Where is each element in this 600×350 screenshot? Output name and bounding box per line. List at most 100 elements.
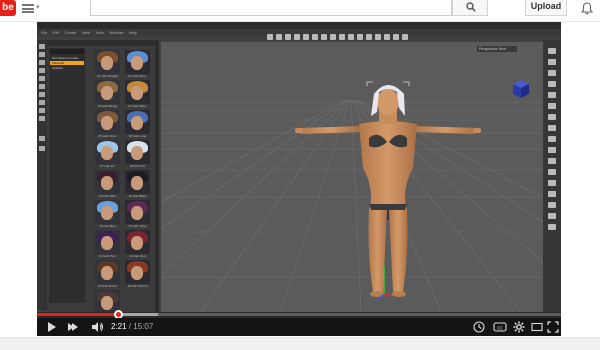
- thumbnail-face: [101, 56, 113, 70]
- player-controls: 2:21 / 15:07 cc: [37, 318, 561, 336]
- thumbnail-label: 07 Hair Ice: [100, 164, 115, 168]
- next-video-icon[interactable]: [67, 321, 79, 333]
- content-thumbnail: [95, 140, 120, 164]
- thumbnail-label: 03 Hair Bangs: [97, 104, 117, 108]
- app-tool-icon: [366, 34, 372, 40]
- thumbnail-face: [101, 266, 113, 280]
- search-button[interactable]: [452, 0, 488, 16]
- current-time: 2:21: [111, 322, 127, 331]
- thumbnail-label: 06 Hair Long: [128, 134, 147, 138]
- app-tool-icon: [39, 100, 45, 105]
- app-menu-item: Create: [64, 30, 77, 35]
- thumbnail-face: [131, 116, 143, 130]
- app-tool-icon: [548, 169, 556, 175]
- content-thumbnail: [95, 80, 120, 104]
- app-tool-icon: [548, 92, 556, 98]
- app-right-toolbar: [543, 40, 561, 312]
- app-tool-icon: [357, 34, 363, 40]
- fullscreen-icon[interactable]: [547, 321, 559, 333]
- progress-played: [37, 313, 119, 316]
- app-menu-item: File: [41, 30, 48, 35]
- volume-icon[interactable]: [91, 321, 104, 333]
- play-icon[interactable]: [47, 321, 57, 333]
- app-tool-icon: [303, 34, 309, 40]
- thumbnail-label: 14 Hair Red: [129, 254, 146, 258]
- time-display: 2:21 / 15:07: [111, 321, 153, 333]
- app-tool-icon: [294, 34, 300, 40]
- guide-menu-icon[interactable]: [22, 4, 34, 13]
- search-icon: [466, 2, 476, 12]
- app-tool-icon: [548, 147, 556, 153]
- app-tool-icon: [548, 59, 556, 65]
- app-tool-icon: [548, 136, 556, 142]
- video-progress-bar[interactable]: [37, 310, 561, 319]
- panel-scrollbar: [155, 40, 159, 312]
- app-tool-icon: [548, 158, 556, 164]
- app-tool-icon: [276, 34, 282, 40]
- thumbnail-label: 01 Hair Straight: [97, 74, 118, 78]
- app-tool-icon: [39, 84, 45, 89]
- app-tool-icon: [548, 114, 556, 120]
- app-tool-icon: [402, 34, 408, 40]
- video-player[interactable]: File Edit Create View Tools Window Help Daz St…: [37, 22, 561, 336]
- thumbnail-label: 04 Hair Sides: [128, 104, 147, 108]
- thumbnail-face: [131, 56, 143, 70]
- content-thumbnail: [125, 80, 150, 104]
- app-menu-item: Tools: [94, 30, 105, 35]
- app-left-toolbar: [37, 40, 47, 310]
- content-thumbnail: [125, 110, 150, 134]
- upload-button[interactable]: Upload: [525, 0, 567, 16]
- app-tool-icon: [548, 191, 556, 197]
- app-tool-icon: [548, 213, 556, 219]
- settings-gear-icon[interactable]: [513, 321, 525, 333]
- content-thumbnail: [95, 110, 120, 134]
- svg-text:cc: cc: [497, 325, 503, 331]
- panel-tabs: [47, 40, 155, 46]
- app-tool-icon: [384, 34, 390, 40]
- app-menu-item: Edit: [52, 30, 60, 35]
- tree-item: Daz Studio Formats: [52, 56, 79, 60]
- thumbnail-face: [131, 176, 143, 190]
- content-tree: Daz Studio Formats Materials Clothing: [49, 48, 85, 303]
- captions-icon[interactable]: cc: [493, 321, 507, 333]
- content-thumbnail: [95, 260, 120, 284]
- app-tool-icon: [348, 34, 354, 40]
- theater-mode-icon[interactable]: [531, 321, 543, 333]
- thumbnail-label: 11 Hair Blue: [99, 224, 116, 228]
- app-menu-item: View: [81, 30, 90, 35]
- viewport-camera-label: Perspective View: [477, 46, 517, 52]
- app-tool-icon: [267, 34, 273, 40]
- content-thumbnail: [125, 260, 150, 284]
- app-tool-icon: [548, 125, 556, 131]
- app-title-bar: [37, 22, 561, 29]
- app-tool-icon: [548, 81, 556, 87]
- search-input[interactable]: [90, 0, 452, 16]
- viewport-scene: [161, 42, 543, 312]
- app-tool-icon: [548, 202, 556, 208]
- watch-later-icon[interactable]: [473, 321, 486, 333]
- thumbnail-face: [131, 236, 143, 250]
- thumbnail-face: [131, 206, 143, 220]
- app-tool-icon: [548, 103, 556, 109]
- thumbnail-label: 15 Hair Brown: [97, 284, 117, 288]
- app-tool-icon: [393, 34, 399, 40]
- app-tool-icon: [39, 52, 45, 57]
- app-tool-icon: [39, 60, 45, 65]
- content-thumbnail: [125, 200, 150, 224]
- thumbnail-face: [131, 86, 143, 100]
- chevron-down-icon[interactable]: ▾: [36, 3, 40, 11]
- app-tool-icon: [375, 34, 381, 40]
- thumbnail-face: [101, 116, 113, 130]
- below-player-area: [0, 337, 600, 350]
- notifications-bell-icon[interactable]: [581, 2, 593, 15]
- content-thumbnail: [95, 50, 120, 74]
- thumbnail-face: [101, 86, 113, 100]
- content-thumbnail: [125, 140, 150, 164]
- thumbnail-face: [101, 296, 113, 310]
- thumbnail-label: 12 Hair Violet: [128, 224, 147, 228]
- video-frame-daz-studio: File Edit Create View Tools Window Help Daz St…: [37, 22, 561, 322]
- content-search-field: [50, 49, 84, 54]
- logo[interactable]: be: [0, 0, 16, 16]
- content-thumbnail: [125, 230, 150, 254]
- app-tool-icon: [39, 146, 45, 151]
